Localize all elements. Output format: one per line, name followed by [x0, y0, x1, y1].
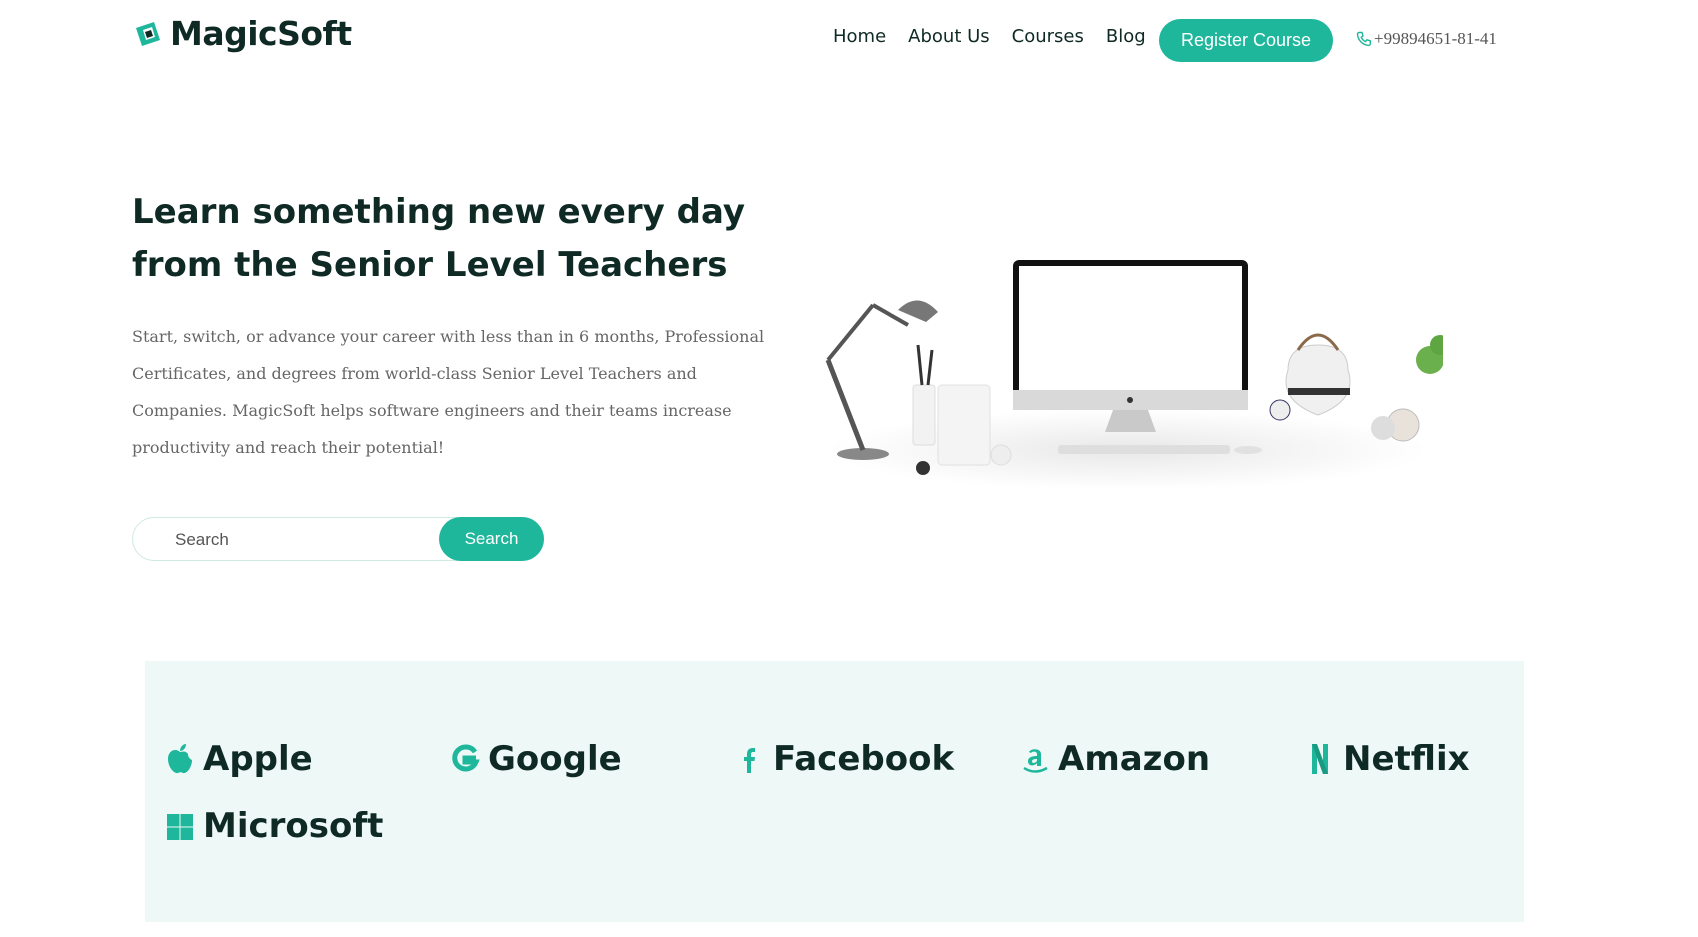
netflix-icon — [1312, 744, 1328, 774]
phone-link[interactable]: +99894651-81-41 — [1356, 29, 1497, 49]
nav-blog[interactable]: Blog — [1106, 26, 1146, 47]
hero-description: Start, switch, or advance your career wi… — [132, 327, 765, 457]
site-logo[interactable]: MagicSoft — [132, 14, 352, 53]
partner-microsoft[interactable]: Microsoft — [165, 806, 383, 846]
partner-amazon-label: Amazon — [1058, 739, 1211, 779]
partners-panel: Apple Google Facebook Amazon Netflix Mic… — [145, 661, 1524, 922]
nav-courses[interactable]: Courses — [1012, 26, 1084, 47]
nav-home[interactable]: Home — [833, 26, 886, 47]
partner-google-label: Google — [488, 739, 622, 779]
partner-apple-label: Apple — [203, 739, 313, 779]
register-course-button[interactable]: Register Course — [1159, 19, 1333, 62]
apple-icon — [168, 744, 192, 774]
partner-netflix-label: Netflix — [1343, 739, 1470, 779]
partner-netflix[interactable]: Netflix — [1305, 739, 1470, 779]
main-nav: Home About Us Courses Blog — [833, 26, 1168, 47]
google-icon — [452, 744, 480, 772]
microsoft-icon — [167, 814, 193, 840]
nav-about-us[interactable]: About Us — [908, 26, 990, 47]
logo-text: MagicSoft — [170, 14, 352, 53]
amazon-icon — [1023, 749, 1048, 773]
partner-google[interactable]: Google — [450, 739, 622, 779]
logo-icon — [136, 21, 160, 46]
search-button[interactable]: Search — [439, 517, 544, 561]
partner-amazon[interactable]: Amazon — [1020, 739, 1210, 779]
hero-desk-illustration — [825, 260, 1443, 490]
partner-microsoft-label: Microsoft — [203, 806, 384, 846]
hero-title: Learn something new every day from the S… — [132, 192, 746, 285]
phone-icon — [1356, 31, 1371, 47]
partner-facebook-label: Facebook — [773, 739, 955, 779]
facebook-icon — [744, 748, 755, 773]
partner-apple[interactable]: Apple — [165, 739, 313, 779]
partner-facebook[interactable]: Facebook — [735, 739, 954, 779]
search-input[interactable] — [173, 527, 447, 553]
phone-number: +99894651-81-41 — [1374, 29, 1497, 48]
